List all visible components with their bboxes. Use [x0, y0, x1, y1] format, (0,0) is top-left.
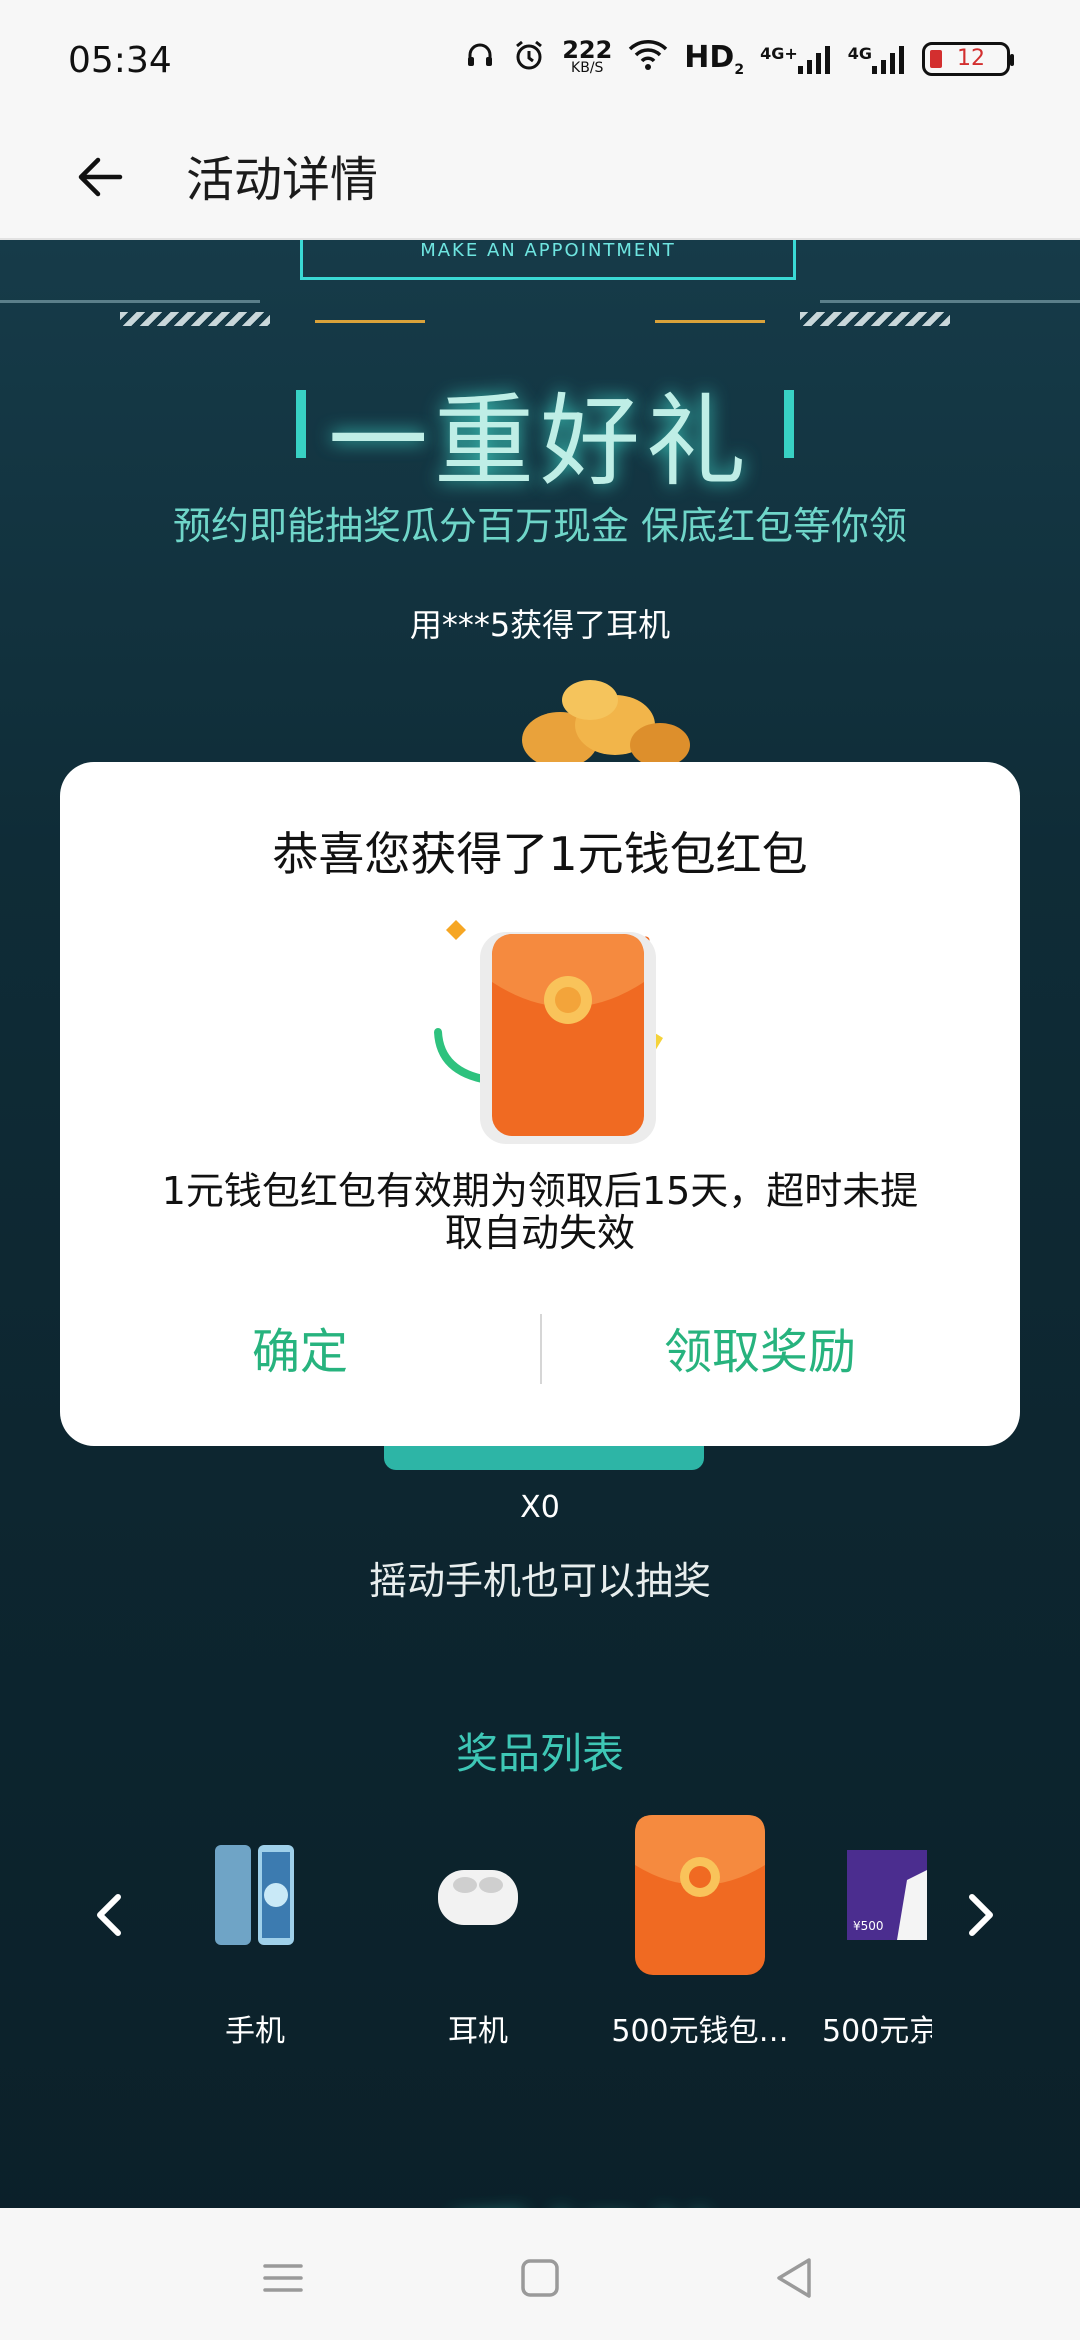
- battery-icon: 12: [922, 41, 1014, 76]
- claim-reward-button[interactable]: 领取奖励: [595, 1302, 925, 1392]
- home-icon[interactable]: [510, 2248, 570, 2308]
- hd-icon: HD2: [684, 40, 744, 78]
- page-title: 活动详情: [186, 152, 379, 208]
- signal-2-label: 4G: [847, 43, 872, 63]
- signal-icon-2: 4G: [848, 44, 906, 74]
- back-arrow-icon[interactable]: [70, 142, 140, 212]
- dialog-button-divider: [540, 1314, 542, 1384]
- net-speed: 222 KB/S: [562, 35, 613, 77]
- net-speed-value: 222: [562, 35, 613, 64]
- menu-icon[interactable]: [253, 2248, 313, 2308]
- wifi-icon: [628, 39, 668, 78]
- status-bar: 05:34 222 KB/S HD2 4G+ 4G 12: [0, 0, 1080, 120]
- confirm-button[interactable]: 确定: [150, 1302, 450, 1392]
- status-time: 05:34: [68, 40, 172, 81]
- top-app-bar: 活动详情: [0, 120, 1080, 240]
- dialog-title: 恭喜您获得了1元钱包红包: [272, 827, 808, 881]
- back-triangle-icon[interactable]: [765, 2248, 825, 2308]
- signal-icon-1: 4G+: [760, 44, 832, 74]
- system-nav-bar: [0, 2208, 1080, 2340]
- hd-sub: 2: [734, 61, 745, 78]
- reward-dialog: 恭喜您获得了1元钱包红包 1元钱包红包有效期为领取后15天，超时未提取自动失效 …: [60, 762, 1020, 1446]
- headset-icon: [464, 39, 496, 78]
- dialog-body: 1元钱包红包有效期为领取后15天，超时未提取自动失效: [161, 1169, 919, 1255]
- status-icons: 222 KB/S HD2 4G+ 4G 12: [464, 35, 1014, 79]
- red-envelope-illustration: [400, 912, 700, 1152]
- signal-1-label: 4G+: [760, 43, 798, 63]
- battery-level: 12: [957, 46, 985, 71]
- hd-label: HD: [684, 39, 735, 75]
- alarm-icon: [512, 38, 546, 79]
